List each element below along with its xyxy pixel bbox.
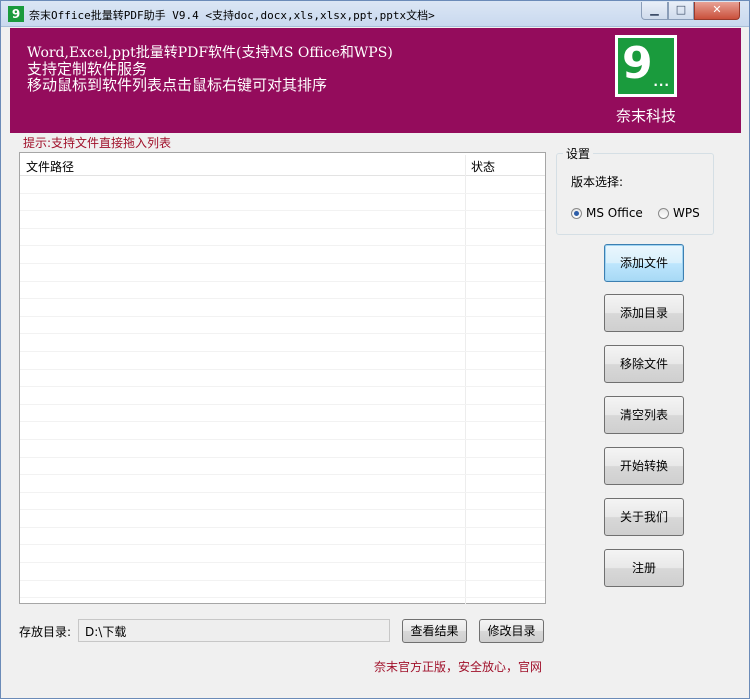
minimize-button[interactable]: ▁ (641, 2, 668, 20)
header-banner: Word,Excel,ppt批量转PDF软件(支持MS Office和WPS) … (10, 28, 741, 133)
app-logo-icon: 9 (8, 6, 24, 22)
list-item[interactable] (20, 493, 545, 511)
output-dir-field[interactable]: D:\下载 (78, 619, 390, 642)
window-title: 奈末Office批量转PDF助手 V9.4 <支持doc,docx,xls,xl… (29, 9, 435, 22)
logo-dots: ... (653, 75, 670, 89)
add-directory-button[interactable]: 添加目录 (604, 294, 684, 332)
view-results-button[interactable]: 查看结果 (402, 619, 467, 643)
list-item[interactable] (20, 352, 545, 370)
banner-line-sort-hint: 移动鼠标到软件列表点击鼠标右键可对其排序 (27, 76, 328, 94)
app-window: 9 奈末Office批量转PDF助手 V9.4 <支持doc,docx,xls,… (0, 0, 750, 699)
settings-title: 设置 (563, 145, 594, 162)
maximize-icon: □ (675, 3, 687, 16)
drag-drop-hint: 提示:支持文件直接拖入列表 (23, 136, 172, 150)
title-bar[interactable]: 9 奈末Office批量转PDF助手 V9.4 <支持doc,docx,xls,… (1, 1, 749, 27)
company-logo: 9 ... (615, 35, 677, 97)
radio-wps[interactable] (658, 208, 669, 219)
column-header-status[interactable]: 状态 (471, 158, 495, 175)
clear-list-button[interactable]: 清空列表 (604, 396, 684, 434)
list-body[interactable] (20, 176, 545, 603)
radio-ms-office[interactable] (571, 208, 582, 219)
file-list[interactable]: 文件路径 状态 (19, 152, 546, 604)
list-item[interactable] (20, 563, 545, 581)
add-file-button[interactable]: 添加文件 (604, 244, 684, 282)
list-item[interactable] (20, 317, 545, 335)
list-item[interactable] (20, 229, 545, 247)
modify-directory-button[interactable]: 修改目录 (479, 619, 544, 643)
maximize-button[interactable]: □ (668, 2, 694, 20)
logo-mark-icon: 9 ... (618, 38, 674, 94)
list-item[interactable] (20, 299, 545, 317)
close-icon: ✕ (712, 3, 722, 16)
list-item[interactable] (20, 422, 545, 440)
list-item[interactable] (20, 405, 545, 423)
remove-file-button[interactable]: 移除文件 (604, 345, 684, 383)
list-item[interactable] (20, 387, 545, 405)
close-button[interactable]: ✕ (694, 2, 740, 20)
list-item[interactable] (20, 194, 545, 212)
about-us-button[interactable]: 关于我们 (604, 498, 684, 536)
list-header: 文件路径 状态 (20, 153, 545, 176)
register-button[interactable]: 注册 (604, 549, 684, 587)
list-item[interactable] (20, 264, 545, 282)
list-item[interactable] (20, 370, 545, 388)
list-item[interactable] (20, 545, 545, 564)
logo-number: 9 (622, 38, 653, 89)
minimize-icon: ▁ (650, 3, 659, 16)
radio-label-wps[interactable]: WPS (673, 206, 700, 220)
list-item[interactable] (20, 282, 545, 300)
list-item[interactable] (20, 440, 545, 458)
list-item[interactable] (20, 211, 545, 229)
footer-notice: 奈末官方正版，安全放心，官网 (374, 660, 543, 674)
company-name: 奈末科技 (615, 107, 676, 125)
radio-label-ms-office[interactable]: MS Office (586, 206, 643, 220)
list-item[interactable] (20, 246, 545, 264)
list-item[interactable] (20, 510, 545, 528)
list-item[interactable] (20, 581, 545, 599)
column-header-path[interactable]: 文件路径 (26, 158, 74, 175)
list-item[interactable] (20, 176, 545, 194)
output-dir-label: 存放目录: (19, 625, 72, 639)
list-item[interactable] (20, 458, 545, 476)
list-item[interactable] (20, 528, 545, 546)
list-item[interactable] (20, 334, 545, 352)
start-convert-button[interactable]: 开始转换 (604, 447, 684, 485)
list-item[interactable] (20, 475, 545, 493)
version-label: 版本选择: (571, 175, 624, 189)
settings-group (556, 153, 714, 235)
